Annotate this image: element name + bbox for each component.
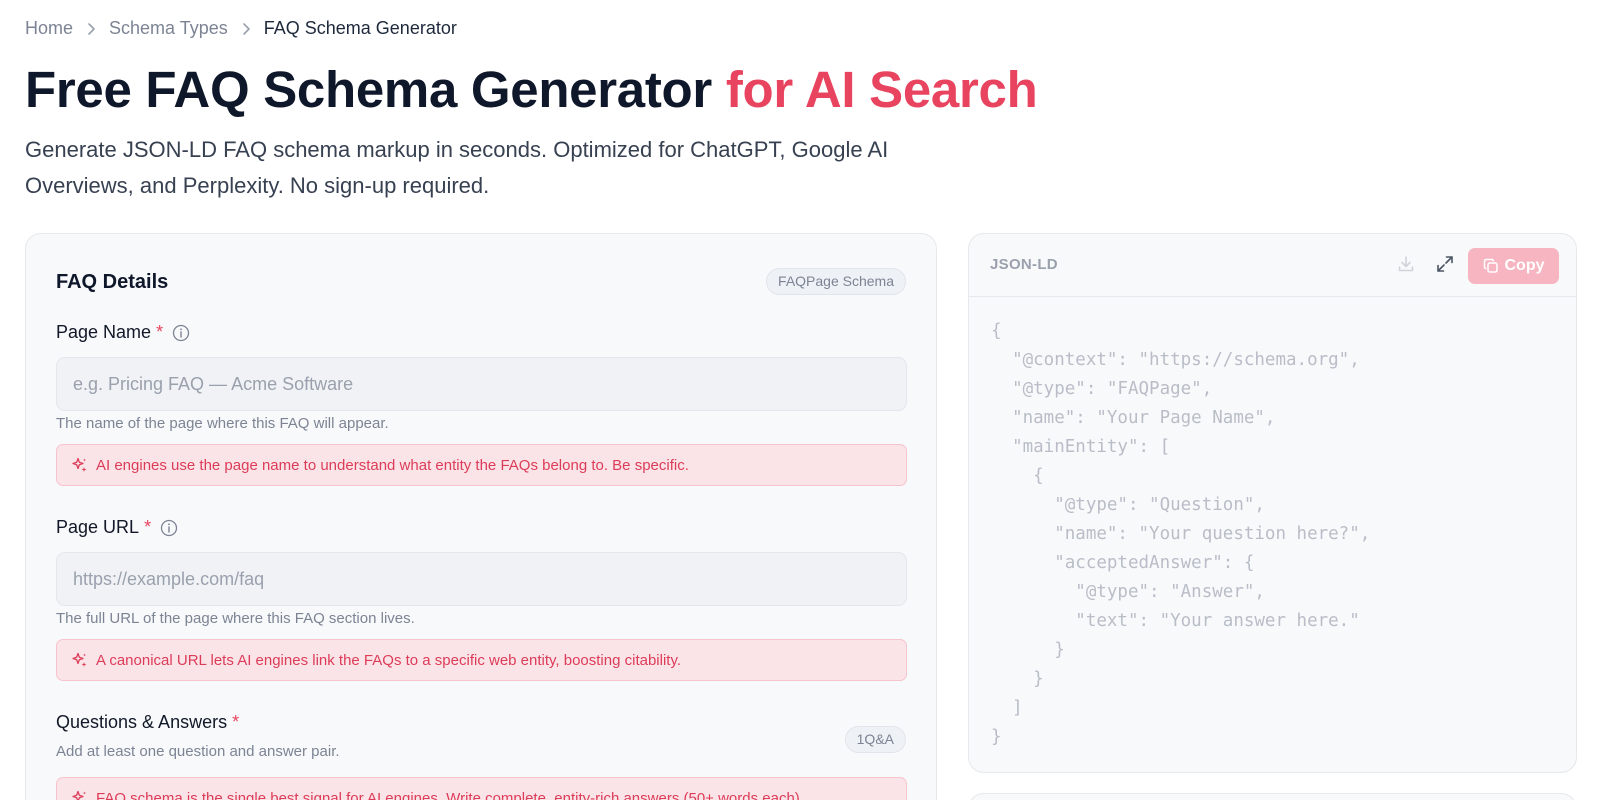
page-title: Free FAQ Schema Generator for AI Search [25, 60, 1038, 119]
required-mark: * [144, 517, 152, 537]
page-title-main: Free FAQ Schema Generator [25, 61, 712, 118]
chevron-right-icon [242, 22, 251, 36]
page-url-ai-tip-text: A canonical URL lets AI engines link the… [96, 651, 682, 669]
page-url-input[interactable] [56, 552, 907, 606]
page-name-ai-tip-text: AI engines use the page name to understa… [96, 456, 689, 474]
card-title: FAQ Details [56, 271, 169, 293]
schema-type-badge: FAQPage Schema [766, 268, 906, 295]
breadcrumb: Home Schema Types FAQ Schema Generator [25, 18, 457, 39]
sparkles-icon [72, 652, 88, 668]
required-mark: * [156, 322, 164, 342]
page-name-ai-tip: AI engines use the page name to understa… [56, 444, 907, 486]
page-url-ai-tip: A canonical URL lets AI engines link the… [56, 639, 907, 681]
qa-label-text: Questions & Answers [56, 712, 228, 732]
info-icon[interactable] [172, 324, 190, 342]
page-name-label-text: Page Name [56, 322, 152, 342]
page-url-label: Page URL * [56, 517, 178, 538]
page-name-input[interactable] [56, 357, 907, 411]
page-name-label: Page Name * [56, 322, 190, 343]
breadcrumb-schema-types-link[interactable]: Schema Types [109, 18, 228, 39]
expand-icon[interactable] [1435, 254, 1455, 274]
page-name-help: The name of the page where this FAQ will… [56, 415, 389, 432]
info-icon[interactable] [160, 519, 178, 537]
chevron-right-icon [87, 22, 96, 36]
page-title-accent: for AI Search [725, 61, 1038, 118]
qa-ai-tip-text: FAQ schema is the single best signal for… [96, 789, 804, 800]
breadcrumb-home-link[interactable]: Home [25, 18, 73, 39]
qa-label: Questions & Answers * [56, 712, 239, 733]
secondary-panel [968, 793, 1577, 800]
page-url-help: The full URL of the page where this FAQ … [56, 610, 415, 627]
json-ld-code: { "@context": "https://schema.org", "@ty… [991, 321, 1371, 747]
page-url-label-text: Page URL [56, 517, 140, 537]
json-panel-header: JSON-LD Copy [969, 234, 1576, 297]
copy-button-label: Copy [1504, 257, 1545, 274]
sparkles-icon [72, 457, 88, 473]
faq-details-card: FAQ Details FAQPage Schema Page Name * T… [25, 233, 937, 800]
required-mark: * [232, 712, 240, 732]
copy-icon [1483, 258, 1499, 274]
qa-ai-tip: FAQ schema is the single best signal for… [56, 777, 907, 800]
download-icon[interactable] [1396, 254, 1416, 274]
page-subtitle: Generate JSON-LD FAQ schema markup in se… [25, 137, 889, 198]
json-ld-panel: JSON-LD Copy { "@context": "https://sche… [968, 233, 1577, 773]
sparkles-icon [72, 790, 88, 800]
json-panel-label: JSON-LD [990, 256, 1058, 273]
breadcrumb-current: FAQ Schema Generator [263, 18, 457, 38]
qa-count-badge: 1Q&A [844, 726, 906, 753]
qa-help: Add at least one question and answer pai… [56, 743, 340, 760]
copy-button[interactable]: Copy [1468, 248, 1559, 284]
